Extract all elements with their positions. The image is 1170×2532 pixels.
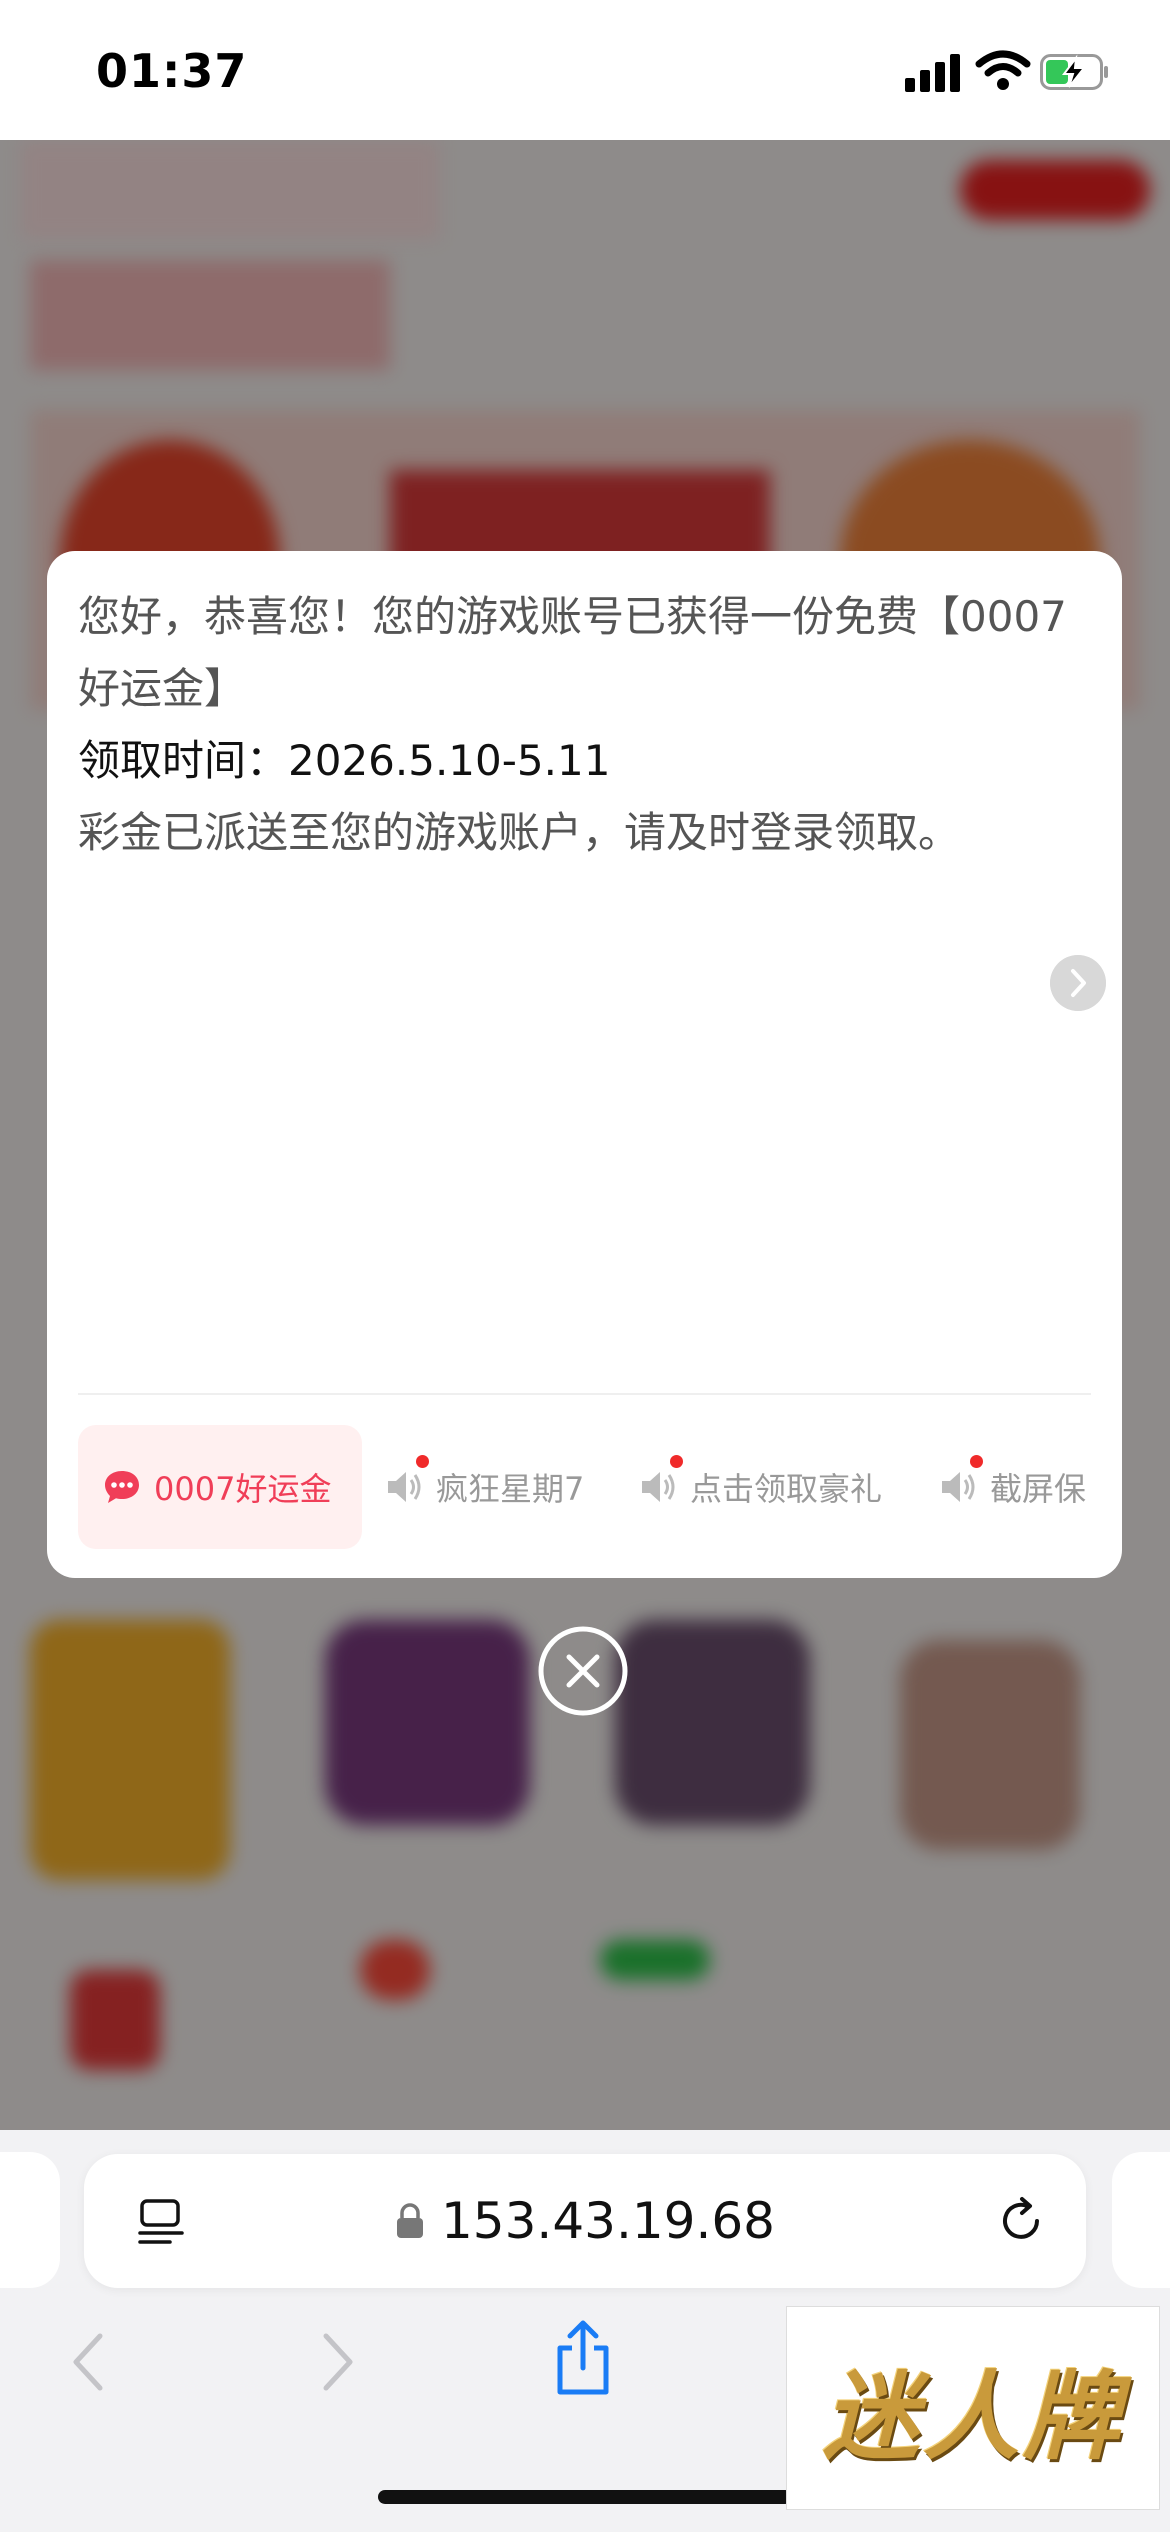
url-display[interactable]: 153.43.19.68	[84, 2154, 1086, 2288]
chat-bubble-icon	[105, 1471, 139, 1503]
notification-dot	[670, 1455, 683, 1468]
previous-tab-preview[interactable]	[0, 2152, 60, 2288]
close-icon[interactable]	[538, 1626, 628, 1716]
tab-label: 0007好运金	[154, 1470, 332, 1508]
wifi-icon	[975, 50, 1031, 90]
back-icon[interactable]	[68, 2330, 108, 2394]
announcement-modal: 您好，恭喜您！您的游戏账号已获得一份免费【0007好运金】 领取时间：2026.…	[47, 551, 1122, 1578]
next-arrow-icon[interactable]	[1050, 955, 1106, 1011]
reload-icon[interactable]	[994, 2194, 1048, 2248]
message-line-2: 领取时间：2026.5.10-5.11	[78, 736, 611, 785]
tab-0007-lucky-gold[interactable]: 0007好运金	[78, 1425, 362, 1549]
watermark-logo: 迷人牌	[786, 2306, 1160, 2510]
tab-label: 疯狂星期7	[436, 1470, 585, 1508]
watermark-text: 迷人牌	[823, 2359, 1123, 2473]
address-bar[interactable]: 153.43.19.68	[84, 2154, 1086, 2288]
share-icon[interactable]	[552, 2320, 614, 2398]
speaker-icon	[642, 1472, 675, 1502]
home-indicator	[378, 2490, 792, 2504]
modal-divider	[78, 1393, 1091, 1395]
speaker-icon	[388, 1472, 421, 1502]
cellular-signal-icon	[905, 52, 961, 92]
tab-label: 点击领取豪礼	[690, 1470, 883, 1508]
tab-claim-gift[interactable]: 点击领取豪礼	[638, 1425, 882, 1549]
status-bar: 01:37	[0, 0, 1170, 140]
speaker-icon	[942, 1472, 975, 1502]
next-tab-preview[interactable]	[1112, 2152, 1170, 2288]
modal-message: 您好，恭喜您！您的游戏账号已获得一份免费【0007好运金】 领取时间：2026.…	[78, 581, 1088, 869]
notification-dot	[416, 1455, 429, 1468]
battery-charging-icon	[1040, 54, 1108, 90]
url-text: 153.43.19.68	[441, 2192, 775, 2250]
lock-icon	[397, 2203, 423, 2238]
status-time: 01:37	[96, 44, 248, 98]
message-line-3: 彩金已派送至您的游戏账户，请及时登录领取。	[78, 808, 961, 857]
announcement-tabs: 0007好运金 疯狂星期7 点击领取豪礼 截屏保	[78, 1425, 1122, 1549]
message-line-1: 您好，恭喜您！您的游戏账号已获得一份免费【0007好运金】	[78, 592, 1067, 713]
tab-screenshot[interactable]: 截屏保	[938, 1425, 1086, 1549]
forward-icon[interactable]	[318, 2330, 358, 2394]
tab-crazy-week[interactable]: 疯狂星期7	[384, 1425, 584, 1549]
tab-label: 截屏保	[990, 1470, 1087, 1508]
notification-dot	[970, 1455, 983, 1468]
